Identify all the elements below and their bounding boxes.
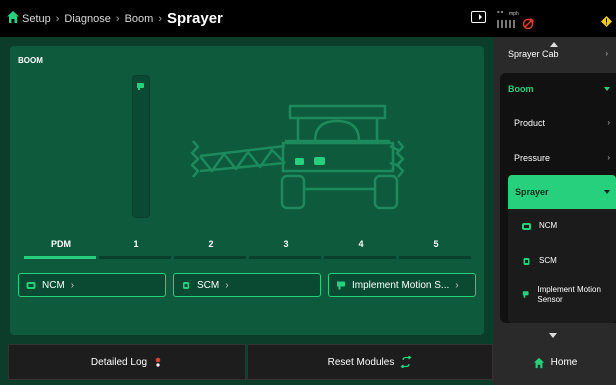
pdm-slot bbox=[132, 75, 150, 218]
signal-bars-icon bbox=[497, 20, 515, 28]
tab-pdm[interactable]: PDM bbox=[24, 239, 98, 259]
tab-underline bbox=[174, 256, 246, 259]
pdm-module-icon bbox=[137, 83, 144, 90]
sidebar-group-sprayer: Sprayer NCM SCM Implement Motion Sensor bbox=[508, 175, 616, 323]
scm-module-icon bbox=[183, 281, 189, 289]
module-chip-motion-sensor[interactable]: Implement Motion S... › bbox=[328, 273, 476, 297]
log-alert-icon bbox=[155, 357, 161, 367]
tab-label: PDM bbox=[51, 239, 71, 249]
sidebar-leaf-ncm[interactable]: NCM bbox=[522, 221, 557, 231]
gps-warning-icon bbox=[522, 18, 534, 30]
scm-marker bbox=[295, 158, 304, 165]
tab-2[interactable]: 2 bbox=[174, 239, 248, 259]
ncm-module-icon bbox=[26, 281, 36, 289]
chevron-right-icon: › bbox=[607, 118, 610, 127]
ncm-marker bbox=[314, 157, 325, 165]
sidebar-item-boom[interactable]: Boom bbox=[508, 84, 534, 94]
sidebar-item-product[interactable]: Product bbox=[514, 118, 545, 128]
tab-label: 4 bbox=[358, 239, 364, 249]
chevron-down-icon bbox=[604, 87, 610, 91]
sidebar-group-boom: Boom Product › Pressure › Sprayer NCM SC… bbox=[500, 73, 616, 323]
detailed-log-button[interactable]: Detailed Log bbox=[8, 344, 246, 380]
boom-card: BOOM PDM 1 2 3 4 5 NCM › SCM › Implement… bbox=[10, 46, 484, 335]
breadcrumb-separator: › bbox=[55, 12, 60, 25]
bottom-bar: Detailed Log Reset Modules bbox=[0, 340, 494, 385]
scroll-down-icon[interactable] bbox=[549, 333, 557, 338]
motion-sensor-icon bbox=[522, 291, 529, 298]
sidebar-item-label: Sprayer bbox=[515, 187, 549, 197]
sprayer-illustration bbox=[190, 104, 405, 210]
reset-arrows-icon bbox=[400, 356, 412, 368]
section-title: BOOM bbox=[18, 56, 43, 65]
sidebar-leaf-motion-sensor[interactable]: Implement Motion Sensor bbox=[522, 285, 612, 305]
tab-underline bbox=[399, 256, 471, 259]
breadcrumb-separator: › bbox=[158, 12, 162, 25]
module-chip-label: Implement Motion S... bbox=[352, 279, 450, 291]
tab-label: 2 bbox=[208, 239, 214, 249]
module-list: NCM › SCM › Implement Motion S... › bbox=[18, 273, 476, 297]
breadcrumb-separator: › bbox=[115, 12, 120, 25]
tab-underline bbox=[24, 256, 96, 259]
tab-underline bbox=[99, 256, 171, 259]
chevron-down-icon bbox=[604, 190, 610, 194]
module-chip-scm[interactable]: SCM › bbox=[173, 273, 321, 297]
reset-modules-label: Reset Modules bbox=[327, 356, 395, 368]
module-chip-label: SCM bbox=[197, 279, 220, 291]
breadcrumb: Setup › Diagnose › Boom › Sprayer bbox=[22, 0, 223, 37]
breadcrumb-diagnose[interactable]: Diagnose bbox=[64, 13, 110, 25]
tab-bar: PDM 1 2 3 4 5 bbox=[24, 239, 473, 259]
sidebar-leaf-label: NCM bbox=[539, 221, 558, 230]
speed-unit: mph bbox=[509, 11, 519, 17]
top-bar: Setup › Diagnose › Boom › Sprayer -- mph bbox=[0, 0, 616, 37]
sidebar-item-pressure[interactable]: Pressure bbox=[514, 153, 550, 163]
detailed-log-label: Detailed Log bbox=[90, 356, 148, 368]
page-title: Sprayer bbox=[167, 10, 223, 27]
tab-4[interactable]: 4 bbox=[324, 239, 398, 259]
chevron-right-icon: › bbox=[70, 279, 75, 291]
scroll-up-icon[interactable] bbox=[550, 42, 558, 47]
reset-modules-button[interactable]: Reset Modules bbox=[247, 344, 493, 380]
sidebar-leaf-scm[interactable]: SCM bbox=[522, 256, 557, 266]
warning-icon[interactable] bbox=[601, 16, 612, 27]
sidebar-leaf-label: Implement Motion Sensor bbox=[537, 285, 601, 304]
scm-module-icon bbox=[523, 258, 530, 265]
tab-3[interactable]: 3 bbox=[249, 239, 323, 259]
breadcrumb-setup[interactable]: Setup bbox=[22, 13, 51, 25]
main-panel: BOOM PDM 1 2 3 4 5 NCM › SCM › Implement… bbox=[0, 37, 494, 340]
sidebar: Sprayer Cab › Boom Product › Pressure › … bbox=[494, 37, 616, 340]
breadcrumb-boom[interactable]: Boom bbox=[125, 13, 154, 25]
tab-underline bbox=[324, 256, 396, 259]
sidebar-leaf-label: SCM bbox=[539, 256, 557, 265]
sidebar-item-sprayer-cab[interactable]: Sprayer Cab bbox=[508, 49, 559, 59]
chevron-right-icon: › bbox=[455, 279, 459, 291]
tab-1[interactable]: 1 bbox=[99, 239, 173, 259]
tab-label: 5 bbox=[433, 239, 439, 249]
module-chip-label: NCM bbox=[42, 279, 65, 291]
panel-toggle-icon[interactable] bbox=[471, 11, 486, 23]
chevron-right-icon: › bbox=[607, 153, 610, 162]
home-icon[interactable] bbox=[6, 10, 20, 24]
home-button[interactable]: Home bbox=[494, 340, 616, 385]
chevron-right-icon: › bbox=[605, 49, 608, 58]
sidebar-item-label: Sprayer Cab bbox=[508, 49, 559, 59]
module-chip-ncm[interactable]: NCM › bbox=[18, 273, 166, 297]
motion-sensor-icon bbox=[337, 281, 345, 289]
status-cluster: -- mph bbox=[497, 5, 557, 33]
tab-underline bbox=[249, 256, 321, 259]
tab-label: 1 bbox=[133, 239, 139, 249]
tab-label: 3 bbox=[283, 239, 289, 249]
ncm-module-icon bbox=[522, 223, 531, 230]
speed-readout: -- bbox=[497, 7, 505, 16]
sidebar-item-sprayer[interactable]: Sprayer bbox=[508, 175, 616, 209]
chevron-right-icon: › bbox=[225, 279, 229, 291]
tab-5[interactable]: 5 bbox=[399, 239, 473, 259]
home-label: Home bbox=[550, 357, 578, 368]
home-icon bbox=[533, 357, 544, 368]
